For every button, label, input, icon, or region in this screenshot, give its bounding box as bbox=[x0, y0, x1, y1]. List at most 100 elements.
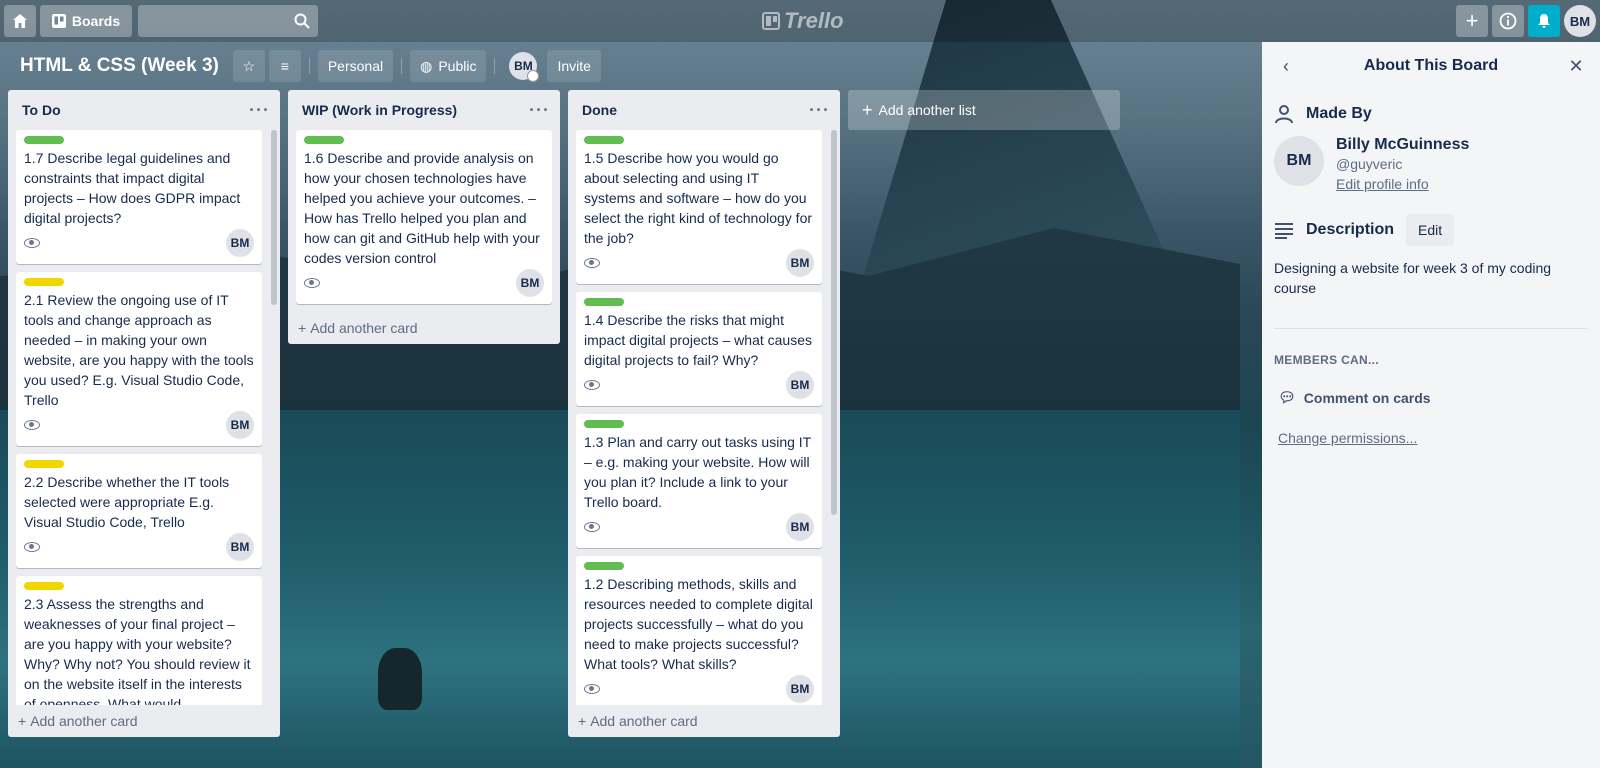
list-header[interactable]: To Do ··· bbox=[8, 90, 280, 130]
card-label[interactable] bbox=[584, 420, 624, 428]
divider bbox=[401, 58, 403, 74]
card-member-avatar[interactable]: BM bbox=[226, 229, 254, 257]
eye-icon bbox=[24, 542, 40, 552]
card-title: 1.7 Describe legal guidelines and constr… bbox=[24, 150, 241, 226]
person-icon bbox=[1275, 105, 1293, 124]
card[interactable]: 1.2 Describing methods, skills and resou… bbox=[576, 556, 822, 705]
add-card-button[interactable]: + Add another card bbox=[568, 705, 840, 737]
divider bbox=[494, 58, 496, 74]
made-by-section: Made By bbox=[1274, 104, 1588, 124]
card-member-avatar[interactable]: BM bbox=[786, 371, 814, 399]
edit-description-button[interactable]: Edit bbox=[1406, 214, 1455, 246]
list-title[interactable]: To Do bbox=[22, 102, 61, 118]
divider bbox=[308, 58, 310, 74]
add-card-label: Add another card bbox=[30, 713, 138, 729]
plus-icon: + bbox=[862, 99, 873, 120]
card-member-avatar[interactable]: BM bbox=[786, 249, 814, 277]
comment-permission-label: Comment on cards bbox=[1303, 389, 1431, 406]
add-list-button[interactable]: + Add another list bbox=[848, 90, 1120, 130]
add-card-button[interactable]: + Add another card bbox=[8, 705, 280, 737]
card[interactable]: 1.7 Describe legal guidelines and constr… bbox=[16, 130, 262, 264]
card-label[interactable] bbox=[24, 460, 64, 468]
card-member-avatar[interactable]: BM bbox=[226, 411, 254, 439]
card-container: 1.7 Describe legal guidelines and constr… bbox=[8, 130, 280, 705]
card[interactable]: 1.6 Describe and provide analysis on how… bbox=[296, 130, 552, 304]
board-member-avatar[interactable]: BM bbox=[509, 52, 540, 82]
notifications-button[interactable] bbox=[1528, 5, 1560, 37]
card-label[interactable] bbox=[584, 136, 624, 144]
list-to-do: To Do ··· 1.7 Describe legal guidelines … bbox=[8, 90, 280, 737]
creator-name: Billy McGuinness bbox=[1336, 136, 1470, 153]
change-permissions-link[interactable]: Change permissions... bbox=[1274, 430, 1588, 446]
card-title: 1.2 Describing methods, skills and resou… bbox=[584, 576, 813, 672]
card-member-avatar[interactable]: BM bbox=[786, 513, 814, 541]
trello-logo[interactable]: Trello bbox=[762, 8, 844, 34]
invite-button[interactable]: Invite bbox=[547, 50, 601, 82]
add-list-label: Add another list bbox=[878, 102, 976, 118]
more-icon[interactable]: ··· bbox=[809, 100, 830, 121]
search-icon bbox=[294, 13, 310, 29]
creator-profile: BM Billy McGuinness @guyveric Edit profi… bbox=[1274, 136, 1588, 192]
card-label[interactable] bbox=[24, 582, 64, 590]
card[interactable]: 2.2 Describe whether the IT tools select… bbox=[16, 454, 262, 568]
sidebar-title: About This Board bbox=[1363, 57, 1499, 74]
list-title[interactable]: WIP (Work in Progress) bbox=[302, 102, 457, 118]
card-title: 2.3 Assess the strengths and weaknesses … bbox=[24, 596, 251, 705]
add-card-button[interactable]: + Add another card bbox=[288, 312, 560, 344]
add-card-label: Add another card bbox=[590, 713, 698, 729]
list-scrollbar[interactable] bbox=[271, 130, 277, 305]
user-avatar[interactable]: BM bbox=[1564, 5, 1596, 37]
more-icon[interactable]: ··· bbox=[249, 100, 270, 121]
card-label[interactable] bbox=[584, 562, 624, 570]
plus-icon: + bbox=[578, 713, 587, 729]
comment-permission: 💬︎ Comment on cards bbox=[1274, 389, 1588, 406]
card-label[interactable] bbox=[584, 298, 624, 306]
edit-profile-link[interactable]: Edit profile info bbox=[1336, 176, 1469, 192]
star-icon: ☆ bbox=[242, 57, 256, 74]
card[interactable]: 2.3 Assess the strengths and weaknesses … bbox=[16, 576, 262, 705]
description-text[interactable]: Designing a website for week 3 of my cod… bbox=[1274, 258, 1588, 298]
sidebar-header: ‹ About This Board ✕ bbox=[1274, 42, 1588, 90]
card-label[interactable] bbox=[304, 136, 344, 144]
description-section: Description Edit bbox=[1274, 214, 1588, 246]
search-input[interactable] bbox=[138, 5, 318, 37]
list-scrollbar[interactable] bbox=[831, 130, 837, 515]
team-button[interactable]: Personal bbox=[317, 50, 394, 82]
card-member-avatar[interactable]: BM bbox=[786, 675, 814, 703]
star-button[interactable]: ☆ bbox=[232, 50, 265, 82]
card[interactable]: 1.3 Plan and carry out tasks using IT – … bbox=[576, 414, 822, 548]
home-icon bbox=[13, 14, 27, 28]
board-menu-button[interactable]: ≡ bbox=[268, 50, 301, 82]
card[interactable]: 2.1 Review the ongoing use of IT tools a… bbox=[16, 272, 262, 446]
card-label[interactable] bbox=[24, 136, 64, 144]
list-header[interactable]: WIP (Work in Progress) ··· bbox=[288, 90, 560, 130]
more-icon[interactable]: ··· bbox=[529, 100, 550, 121]
visibility-button[interactable]: ◍ Public bbox=[410, 50, 487, 82]
card[interactable]: 1.5 Describe how you would go about sele… bbox=[576, 130, 822, 284]
card[interactable]: 1.4 Describe the risks that might impact… bbox=[576, 292, 822, 406]
globe-icon: ◍ bbox=[420, 57, 433, 74]
trello-logo-icon bbox=[762, 12, 780, 30]
card-label[interactable] bbox=[24, 278, 64, 286]
creator-avatar[interactable]: BM bbox=[1274, 136, 1324, 186]
boards-button[interactable]: Boards bbox=[40, 5, 132, 37]
about-board-sidebar: ‹ About This Board ✕ Made By BM Billy Mc… bbox=[1262, 42, 1600, 768]
card-title: 1.6 Describe and provide analysis on how… bbox=[304, 150, 540, 266]
list-wip: WIP (Work in Progress) ··· 1.6 Describe … bbox=[288, 90, 560, 344]
list-title[interactable]: Done bbox=[582, 102, 617, 118]
info-button[interactable] bbox=[1492, 5, 1524, 37]
create-button[interactable]: + bbox=[1456, 5, 1488, 37]
visibility-label: Public bbox=[438, 58, 477, 74]
card-title: 1.3 Plan and carry out tasks using IT – … bbox=[584, 434, 811, 510]
card-member-avatar[interactable]: BM bbox=[516, 269, 544, 297]
list-header[interactable]: Done ··· bbox=[568, 90, 840, 130]
board-header: HTML & CSS (Week 3) ☆ ≡ Personal ◍ Publi… bbox=[10, 48, 601, 84]
bell-icon bbox=[1538, 14, 1550, 28]
home-button[interactable] bbox=[4, 5, 36, 37]
close-icon[interactable]: ✕ bbox=[1564, 56, 1588, 77]
card-container: 1.6 Describe and provide analysis on how… bbox=[288, 130, 560, 312]
board-title[interactable]: HTML & CSS (Week 3) bbox=[10, 51, 229, 81]
card-member-avatar[interactable]: BM bbox=[226, 533, 254, 561]
chevron-left-icon[interactable]: ‹ bbox=[1274, 56, 1298, 77]
members-can-heading: MEMBERS CAN... bbox=[1274, 353, 1379, 367]
